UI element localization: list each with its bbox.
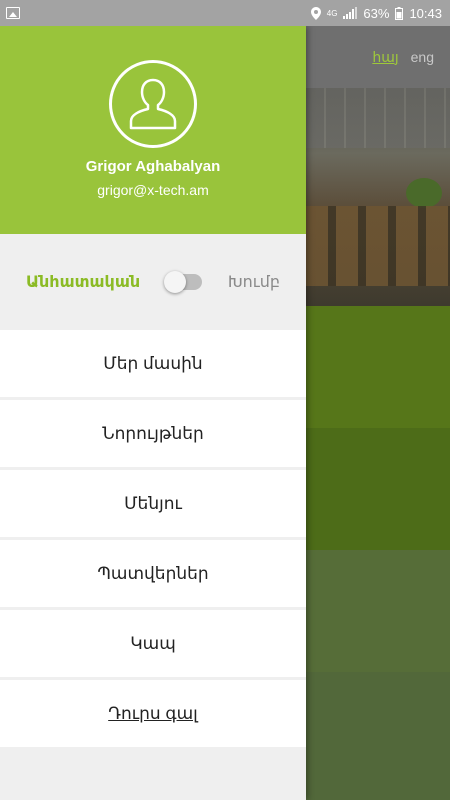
- menu-item-about[interactable]: Մեր մասին: [0, 330, 306, 397]
- location-icon: [310, 6, 321, 20]
- menu-item-news[interactable]: Նորույթներ: [0, 400, 306, 467]
- mode-toggle[interactable]: [164, 271, 202, 293]
- menu-item-orders[interactable]: Պատվերներ: [0, 540, 306, 607]
- navigation-drawer: Grigor Aghabalyan grigor@x-tech.am Անհատ…: [0, 26, 306, 800]
- network-type: 4G: [326, 8, 338, 18]
- language-en-link[interactable]: eng: [411, 49, 434, 65]
- content-block: [306, 550, 450, 672]
- mode-group-label: Խումբ: [227, 274, 280, 291]
- signal-icon: [343, 7, 358, 19]
- battery-icon: [395, 6, 404, 20]
- menu-item-label: Նորույթներ: [102, 423, 204, 443]
- logout-button[interactable]: Դուրս գալ: [0, 680, 306, 747]
- mode-switch-row: Անհատական Խումբ: [0, 234, 306, 330]
- mode-personal-label: Անհատական: [26, 274, 141, 291]
- user-name: Grigor Aghabalyan: [85, 158, 221, 175]
- content-block: [306, 672, 450, 800]
- app-header: հայ eng: [306, 26, 450, 88]
- logout-label: Դուրս գալ: [108, 703, 198, 723]
- avatar[interactable]: [109, 60, 197, 148]
- battery-percent: 63%: [363, 5, 390, 21]
- restaurant-photo: [306, 88, 450, 306]
- user-email: grigor@x-tech.am: [97, 182, 209, 198]
- menu-item-label: Մեր մասին: [103, 353, 203, 373]
- content-block: [306, 306, 450, 428]
- menu-item-label: Մենյու: [124, 493, 182, 513]
- content-block: [306, 428, 450, 550]
- menu-item-label: Կապ: [130, 633, 176, 653]
- user-icon: [129, 78, 177, 130]
- menu-item-contact[interactable]: Կապ: [0, 610, 306, 677]
- background-app: հայ eng: [306, 26, 450, 800]
- language-hy-link[interactable]: հայ: [372, 49, 398, 66]
- status-bar: 4G 63% 10:43: [0, 0, 450, 26]
- menu-item-label: Պատվերներ: [97, 563, 209, 583]
- menu-item-menu[interactable]: Մենյու: [0, 470, 306, 537]
- clock: 10:43: [409, 5, 442, 21]
- drawer-menu: Մեր մասին Նորույթներ Մենյու Պատվերներ Կա…: [0, 330, 306, 747]
- toggle-knob: [164, 271, 186, 293]
- gallery-icon: [6, 7, 20, 19]
- profile-header: Grigor Aghabalyan grigor@x-tech.am: [0, 26, 306, 234]
